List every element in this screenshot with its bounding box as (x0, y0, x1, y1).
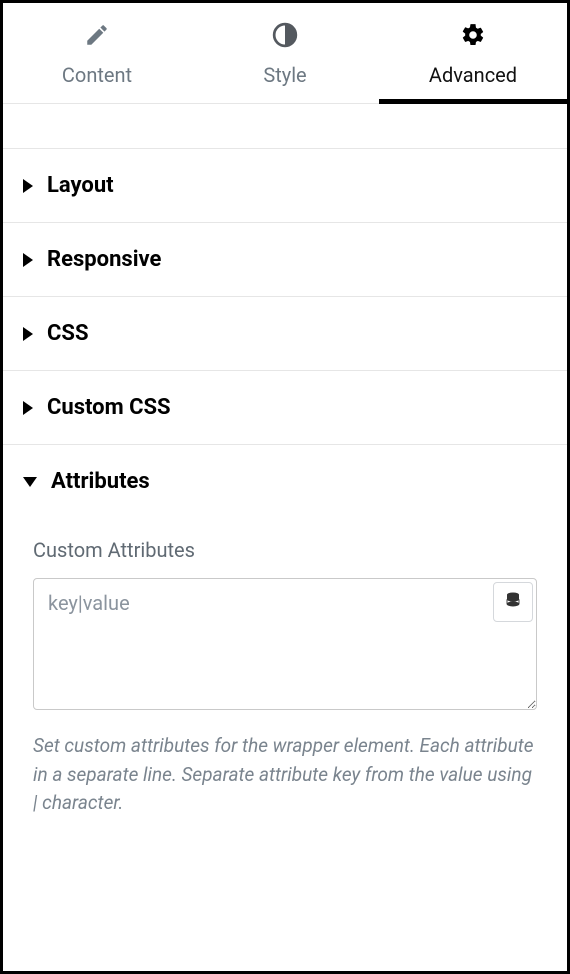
pencil-icon (83, 21, 111, 49)
dynamic-tags-button[interactable] (493, 582, 533, 622)
section-title-css: CSS (47, 321, 89, 346)
section-header-attributes[interactable]: Attributes (3, 445, 567, 518)
gear-icon (459, 21, 487, 49)
tab-content[interactable]: Content (3, 3, 191, 103)
tab-label-advanced: Advanced (429, 63, 517, 87)
section-responsive: Responsive (3, 222, 567, 297)
database-icon (504, 591, 522, 613)
custom-attributes-input[interactable] (33, 578, 537, 710)
section-layout: Layout (3, 148, 567, 223)
section-header-responsive[interactable]: Responsive (3, 223, 567, 296)
section-header-custom-css[interactable]: Custom CSS (3, 371, 567, 444)
attributes-body: Custom Attributes Set custom attributes … (3, 518, 567, 818)
tab-style[interactable]: Style (191, 3, 379, 103)
tab-advanced[interactable]: Advanced (379, 3, 567, 103)
section-title-responsive: Responsive (47, 247, 161, 272)
tabs-bar: Content Style Advanced (3, 3, 567, 104)
caret-right-icon (23, 253, 33, 267)
caret-right-icon (23, 179, 33, 193)
tab-label-style: Style (263, 63, 306, 87)
section-header-css[interactable]: CSS (3, 297, 567, 370)
section-title-attributes: Attributes (51, 469, 150, 494)
caret-right-icon (23, 327, 33, 341)
section-attributes: Attributes Custom Attributes Set custom … (3, 444, 567, 818)
section-css: CSS (3, 296, 567, 371)
custom-attributes-label: Custom Attributes (33, 538, 537, 562)
caret-down-icon (23, 477, 37, 487)
advanced-panel: Layout Responsive CSS Custom CSS Attribu… (3, 104, 567, 818)
section-title-layout: Layout (47, 173, 114, 198)
tab-label-content: Content (62, 63, 132, 87)
section-title-custom-css: Custom CSS (47, 395, 171, 420)
custom-attributes-input-wrap (33, 578, 537, 714)
custom-attributes-help: Set custom attributes for the wrapper el… (33, 732, 537, 818)
contrast-icon (271, 21, 299, 49)
caret-right-icon (23, 401, 33, 415)
section-custom-css: Custom CSS (3, 370, 567, 445)
section-header-layout[interactable]: Layout (3, 149, 567, 222)
